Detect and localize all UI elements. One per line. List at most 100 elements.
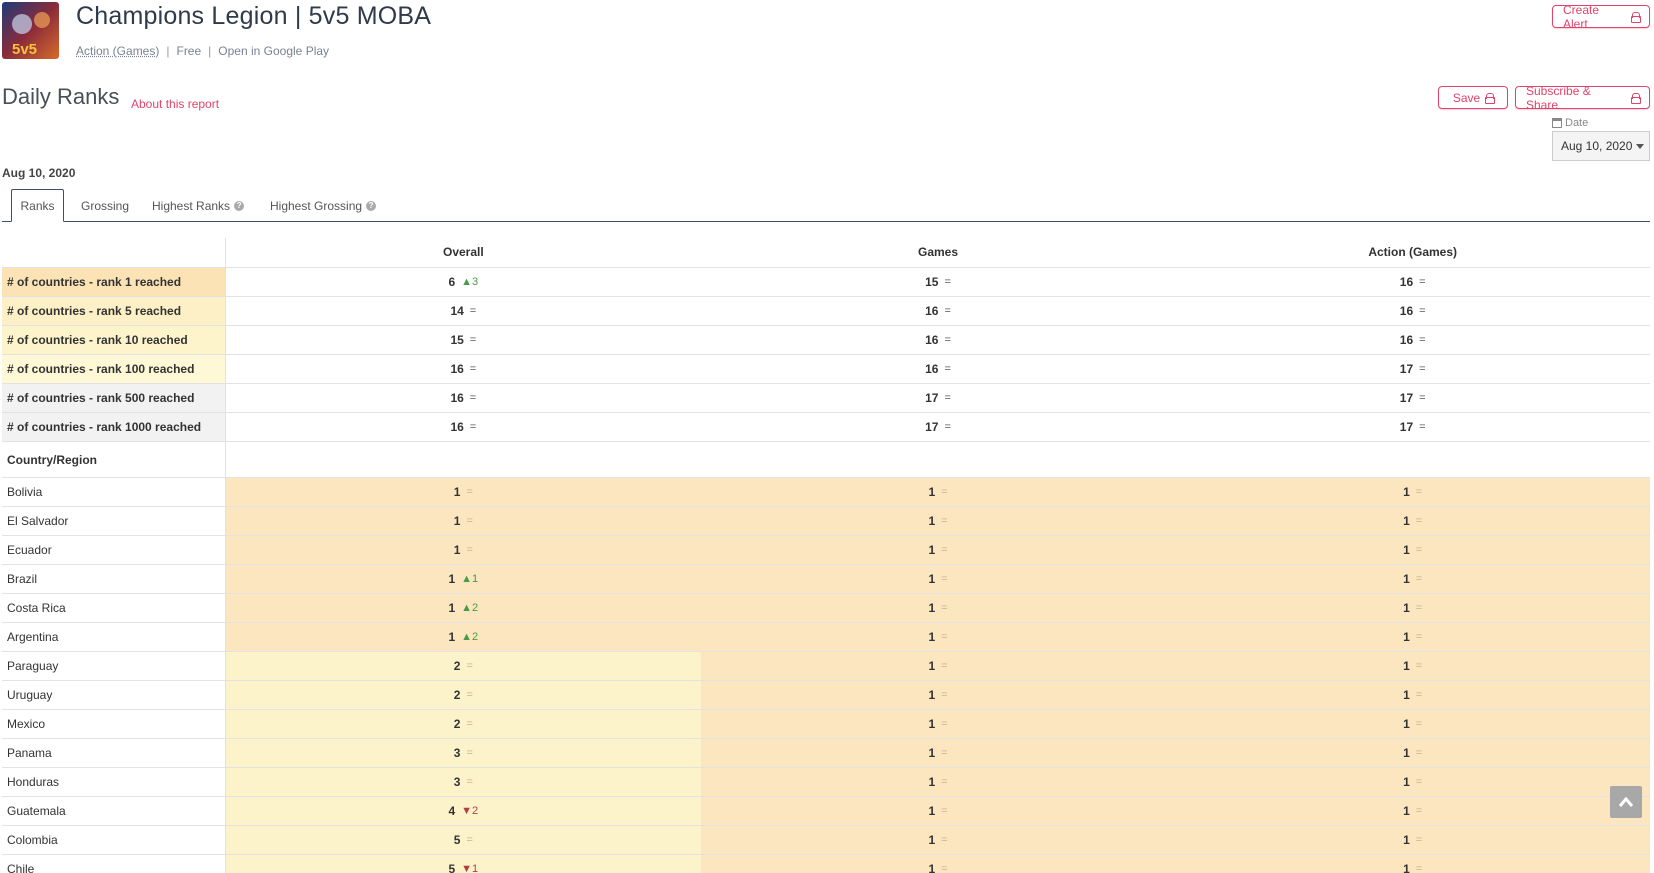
rank-value: 1 <box>928 862 936 873</box>
rank-value: 1 <box>1403 572 1410 586</box>
country-name: Colombia <box>2 826 226 854</box>
page-title: Daily Ranks <box>2 84 120 109</box>
country-name: Uruguay <box>2 681 226 709</box>
rank-change: = <box>466 718 473 730</box>
rank-change: = <box>941 515 948 527</box>
rank-change: = <box>941 631 948 643</box>
rank-change: ▲2 <box>461 602 479 614</box>
tab-ranks[interactable]: Ranks <box>11 189 64 222</box>
header-spacer <box>2 238 226 267</box>
rank-value: 1 <box>453 543 461 557</box>
rank-value: 4 <box>448 804 456 818</box>
rank-value: 3 <box>453 775 461 789</box>
table-row: Colombia 5 = 1 = 1 = <box>2 826 1651 855</box>
rank-cell: 1 = <box>700 594 1176 622</box>
rank-change: = <box>466 515 473 527</box>
table-header-row: Overall Games Action (Games) <box>2 238 1650 268</box>
table-row: Bolivia 1 = 1 = 1 = <box>2 478 1651 507</box>
tab-highest-grossing[interactable]: Highest Grossing ? <box>270 189 377 222</box>
rank-change: = <box>1419 334 1426 346</box>
rank-cell: 1 = <box>1175 536 1651 564</box>
date-select[interactable]: Aug 10, 2020 <box>1552 131 1650 161</box>
rank-value: 1 <box>928 775 936 789</box>
rank-value: 1 <box>1403 746 1410 760</box>
rank-change: = <box>466 747 473 759</box>
rank-value: 16 <box>450 420 464 434</box>
subscribe-share-button[interactable]: Subscribe & Share <box>1515 83 1650 112</box>
rank-value: 1 <box>928 804 936 818</box>
rank-value: 1 <box>928 572 936 586</box>
rank-change: = <box>466 834 473 846</box>
rank-cell: 1 = <box>1175 565 1651 593</box>
rank-value: 1 <box>448 601 456 615</box>
rank-cell: 1 ▲2 <box>226 594 701 622</box>
tab-ranks-label: Ranks <box>20 198 55 213</box>
rank-change: = <box>1419 363 1426 375</box>
rank-value: 16 <box>1399 304 1414 318</box>
summary-row-label: # of countries - rank 1 reached <box>2 268 226 296</box>
rank-cell: 1 = <box>700 739 1176 767</box>
category-link[interactable]: Action (Games) <box>76 44 159 58</box>
scroll-to-top-button[interactable] <box>1610 786 1642 818</box>
summary-row-label: # of countries - rank 1000 reached <box>2 413 226 441</box>
table-row: Ecuador 1 = 1 = 1 = <box>2 536 1651 565</box>
rank-value: 5 <box>448 862 456 873</box>
rank-value: 17 <box>1399 420 1414 434</box>
summary-row-label: # of countries - rank 5 reached <box>2 297 226 325</box>
rank-cell: 1 = <box>1175 652 1651 680</box>
rank-cell: 5 ▼1 <box>226 855 701 873</box>
rank-value: 1 <box>1403 833 1410 847</box>
rank-value: 1 <box>1403 514 1410 528</box>
rank-cell: 1 = <box>226 478 701 506</box>
tab-highest-ranks[interactable]: Highest Ranks ? <box>152 189 245 222</box>
column-header-action-games: Action (Games) <box>1368 245 1458 259</box>
calendar-icon <box>1552 118 1562 128</box>
rank-cell: 3 = <box>226 768 701 796</box>
summary-row: # of countries - rank 500 reached 16 = 17 = 1… <box>2 384 1650 413</box>
about-report-link[interactable]: About this report <box>131 97 219 111</box>
rank-change: = <box>941 718 948 730</box>
app-icon-label: 5v5 <box>12 41 37 58</box>
rank-change: = <box>944 276 951 288</box>
rank-change: = <box>1415 863 1423 873</box>
rank-value: 1 <box>453 514 461 528</box>
rank-value: 1 <box>928 630 936 644</box>
rank-value: 1 <box>1403 630 1410 644</box>
rank-change: = <box>944 334 951 346</box>
country-name: Argentina <box>2 623 226 651</box>
summary-cell: 15 = <box>701 268 1176 296</box>
rank-change: ▼1 <box>461 863 479 873</box>
rank-value: 16 <box>1399 333 1414 347</box>
price-label: Free <box>176 44 202 58</box>
tab-grossing[interactable]: Grossing <box>81 189 129 222</box>
column-header-games: Games <box>917 245 959 259</box>
table-row: Mexico 2 = 1 = 1 = <box>2 710 1651 739</box>
app-meta: Action (Games) | Free | Open in Google P… <box>76 44 329 58</box>
tab-highest-grossing-label: Highest Grossing <box>270 198 363 213</box>
help-icon[interactable]: ? <box>234 200 245 211</box>
summary-cell: 16 = <box>701 326 1176 354</box>
rank-change: = <box>941 660 948 672</box>
rank-value: 16 <box>925 304 939 318</box>
subscribe-share-label: Subscribe & Share <box>1526 83 1591 112</box>
rank-change: = <box>1419 392 1426 404</box>
create-alert-button[interactable]: Create Alert <box>1552 2 1650 31</box>
report-date: Aug 10, 2020 <box>2 166 76 180</box>
create-alert-label: Create Alert <box>1563 2 1600 31</box>
help-icon[interactable]: ? <box>366 200 377 211</box>
rank-cell: 1 = <box>700 623 1176 651</box>
rank-value: 1 <box>453 485 461 499</box>
rank-change: = <box>466 660 473 672</box>
summary-cell: 6 ▲3 <box>226 268 701 296</box>
rank-change: = <box>1415 486 1423 498</box>
rank-cell: 1 = <box>700 565 1176 593</box>
rank-change: = <box>944 421 951 433</box>
save-button[interactable]: Save <box>1438 86 1508 109</box>
rank-cell: 1 = <box>700 768 1176 796</box>
store-link[interactable]: Open in Google Play <box>218 44 329 58</box>
rank-value: 1 <box>928 688 936 702</box>
rank-value: 14 <box>450 304 464 318</box>
rank-value: 1 <box>1403 601 1410 615</box>
date-label-text: Date <box>1565 117 1589 129</box>
summary-row-label: # of countries - rank 500 reached <box>2 384 226 412</box>
